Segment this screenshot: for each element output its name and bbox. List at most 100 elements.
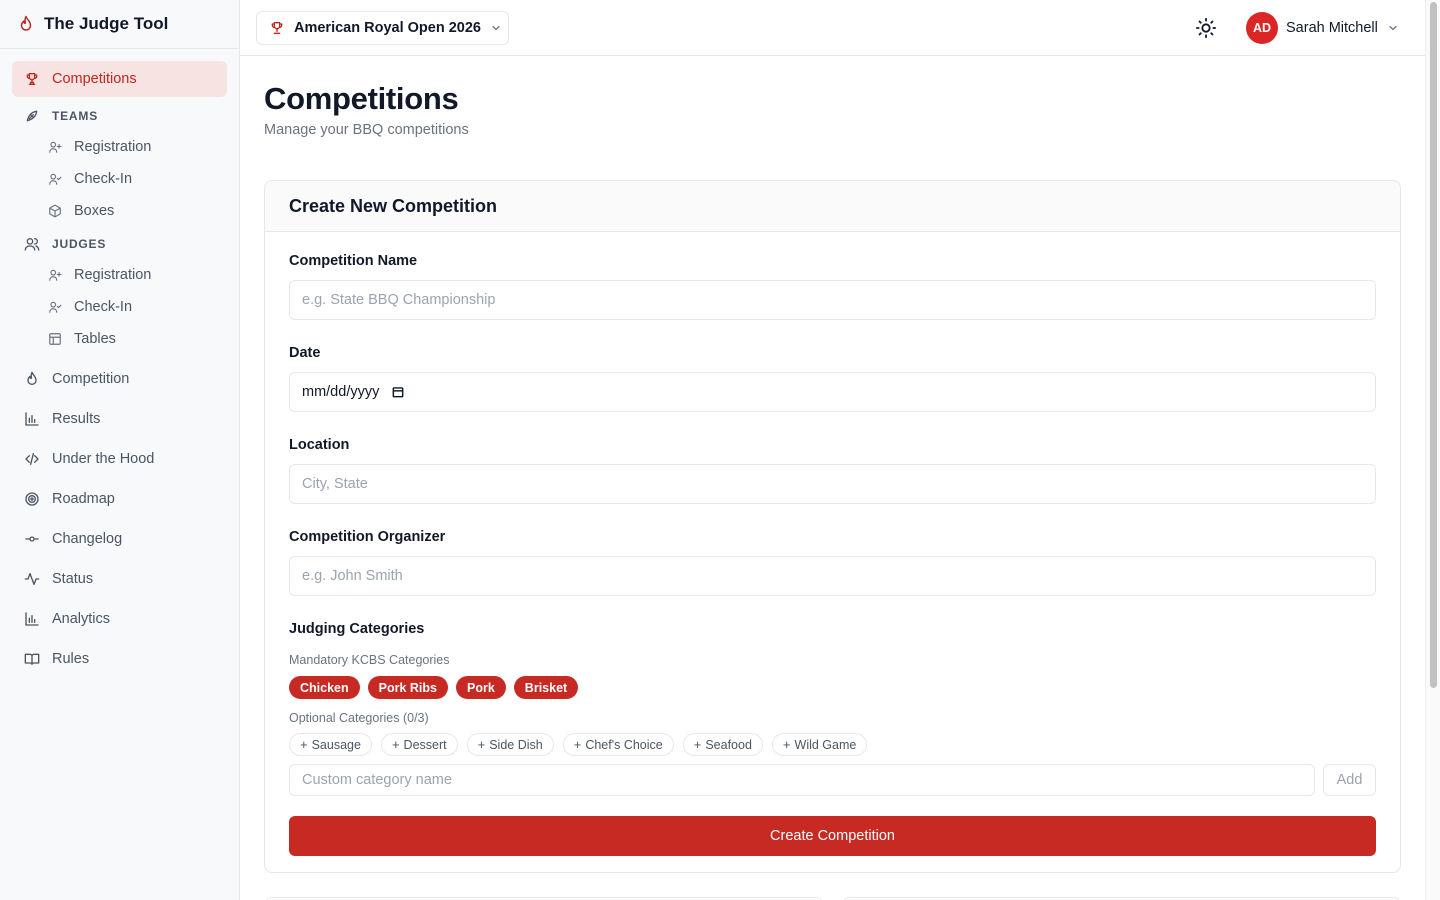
section-label: JUDGES	[52, 237, 107, 251]
organizer-label: Competition Organizer	[289, 529, 446, 545]
mandatory-categories-label: Mandatory KCBS Categories	[289, 653, 450, 667]
mandatory-chip-chicken: Chicken	[289, 676, 360, 699]
main-content: Competitions Manage your BBQ competition…	[240, 56, 1425, 900]
sidebar-item-label: Roadmap	[52, 491, 115, 507]
sidebar-item-competitions[interactable]: Competitions	[12, 61, 227, 97]
mandatory-chip-brisket: Brisket	[513, 676, 579, 699]
user-menu[interactable]: AD Sarah Mitchell	[1246, 12, 1399, 44]
sidebar-item-competition[interactable]: Competition	[12, 361, 227, 397]
sidebar-item-label: Competition	[52, 371, 130, 387]
plus-icon: +	[573, 737, 582, 752]
chip-label: Wild Game	[794, 737, 857, 752]
sidebar-item-judge-registration[interactable]: Registration	[12, 259, 227, 291]
page-title: Competitions	[264, 81, 459, 116]
plus-icon: +	[693, 737, 702, 752]
sidebar-item-rules[interactable]: Rules	[12, 641, 227, 677]
optional-chip-side-dish[interactable]: + Side Dish	[466, 733, 554, 756]
optional-categories: + Sausage + Dessert + Side Dish + Chef's Cho…	[289, 733, 868, 756]
section-judges: JUDGES	[12, 229, 227, 259]
sidebar-item-under-the-hood[interactable]: Under the Hood	[12, 441, 227, 477]
sidebar-item-label: Analytics	[52, 611, 111, 627]
sidebar-item-roadmap[interactable]: Roadmap	[12, 481, 227, 517]
brand[interactable]: The Judge Tool	[0, 0, 239, 49]
bar-chart-icon	[25, 412, 39, 426]
flame-icon	[20, 15, 32, 31]
sidebar-item-results[interactable]: Results	[12, 401, 227, 437]
table-icon	[49, 333, 61, 345]
plus-icon: +	[782, 737, 791, 752]
judging-categories-label: Judging Categories	[289, 621, 425, 637]
trophy-icon	[271, 22, 283, 34]
page-subtitle: Manage your BBQ competitions	[264, 122, 469, 138]
date-label: Date	[289, 345, 321, 361]
optional-chip-dessert[interactable]: + Dessert	[380, 733, 458, 756]
page-scrollbar[interactable]	[1425, 0, 1440, 900]
sidebar-item-status[interactable]: Status	[12, 561, 227, 597]
chip-label: Sausage	[311, 737, 361, 752]
chip-label: Dessert	[403, 737, 447, 752]
date-value: mm/dd/yyyy	[302, 384, 380, 400]
optional-chip-sausage[interactable]: + Sausage	[289, 733, 372, 756]
sidebar-item-label: Tables	[74, 331, 116, 347]
plus-icon: +	[300, 737, 308, 752]
sidebar-item-label: Competitions	[52, 71, 137, 87]
teams-icon	[26, 110, 38, 122]
sun-icon	[1195, 17, 1217, 39]
sidebar: The Judge Tool Competitions TEAMS Regist…	[0, 0, 240, 900]
code-icon	[25, 453, 39, 465]
sidebar-item-analytics[interactable]: Analytics	[12, 601, 227, 637]
chip-label: Chef's Choice	[585, 737, 663, 752]
user-check-icon	[49, 301, 62, 313]
calendar-icon[interactable]	[391, 385, 405, 399]
avatar: AD	[1246, 12, 1278, 44]
create-competition-card: Create New Competition Competition Name …	[264, 180, 1401, 873]
competition-name-label: Competition Name	[289, 253, 418, 269]
sidebar-item-label: Changelog	[52, 531, 123, 547]
sidebar-item-team-checkin[interactable]: Check-In	[12, 163, 227, 195]
mandatory-chip-pork: Pork	[456, 676, 506, 699]
optional-chip-seafood[interactable]: + Seafood	[682, 733, 763, 756]
sidebar-item-label: Results	[52, 411, 101, 427]
competition-name-input[interactable]: e.g. State BBQ Championship	[289, 280, 1376, 320]
sidebar-item-judge-checkin[interactable]: Check-In	[12, 291, 227, 323]
chip-label: Side Dish	[489, 737, 543, 752]
location-input[interactable]: City, State	[289, 464, 1376, 504]
sidebar-item-changelog[interactable]: Changelog	[12, 521, 227, 557]
custom-category-input[interactable]: Custom category name	[289, 764, 1315, 796]
optional-chip-wild-game[interactable]: + Wild Game	[771, 733, 868, 756]
chevron-down-icon	[1389, 25, 1397, 31]
organizer-input[interactable]: e.g. John Smith	[289, 556, 1376, 596]
plus-icon: +	[391, 737, 400, 752]
create-competition-button[interactable]: Create Competition	[289, 816, 1376, 856]
sidebar-item-label: Status	[52, 571, 94, 587]
sidebar-item-label: Check-In	[74, 171, 133, 187]
plus-icon: +	[477, 737, 486, 752]
user-check-icon	[49, 173, 62, 185]
scrollbar-thumb[interactable]	[1430, 2, 1437, 688]
sidebar-item-tables[interactable]: Tables	[12, 323, 227, 355]
date-input[interactable]: mm/dd/yyyy	[289, 372, 1376, 412]
mandatory-chip-pork-ribs: Pork Ribs	[367, 676, 448, 699]
user-plus-icon	[49, 269, 62, 281]
bar-chart-icon	[25, 612, 39, 626]
mandatory-categories: Chicken Pork Ribs Pork Brisket	[289, 676, 579, 699]
section-label: TEAMS	[52, 109, 98, 123]
chevron-down-icon	[492, 25, 500, 31]
competition-selector[interactable]: American Royal Open 2026	[256, 11, 509, 45]
sidebar-nav: Competitions TEAMS Registration Check-In…	[0, 49, 239, 693]
sidebar-item-label: Registration	[74, 139, 152, 155]
sidebar-item-team-registration[interactable]: Registration	[12, 131, 227, 163]
app-name: The Judge Tool	[44, 14, 169, 33]
user-name: Sarah Mitchell	[1286, 20, 1378, 36]
theme-toggle-button[interactable]	[1195, 17, 1217, 39]
trophy-icon	[26, 73, 38, 85]
sidebar-item-boxes[interactable]: Boxes	[12, 195, 227, 227]
chip-label: Seafood	[705, 737, 752, 752]
flame-icon	[27, 371, 37, 385]
sidebar-item-label: Under the Hood	[52, 451, 155, 467]
card-title: Create New Competition	[289, 195, 498, 216]
sidebar-item-label: Registration	[74, 267, 152, 283]
add-category-button[interactable]: Add	[1323, 764, 1376, 796]
top-header: American Royal Open 2026 AD Sarah Mitche…	[240, 0, 1425, 56]
optional-chip-chefs-choice[interactable]: + Chef's Choice	[562, 733, 674, 756]
